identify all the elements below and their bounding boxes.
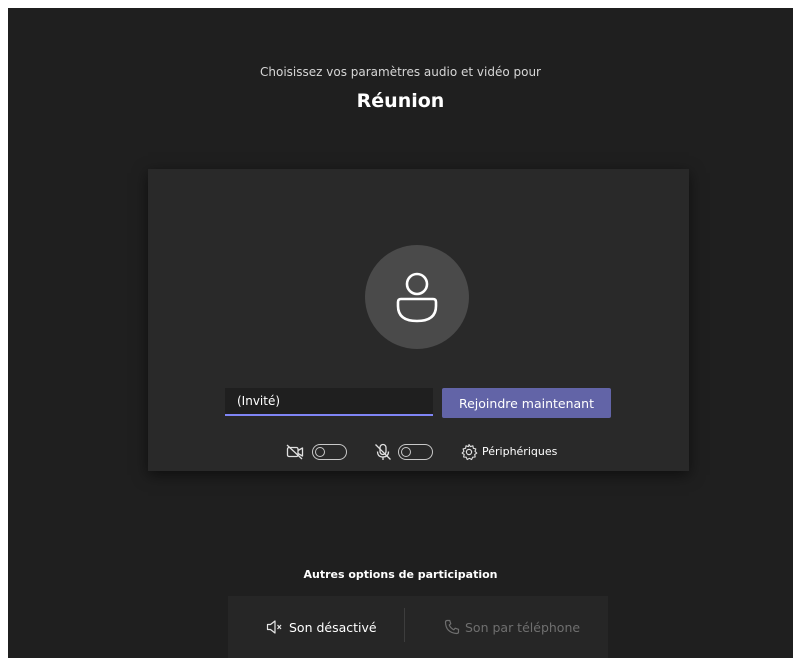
device-controls: Périphériques [148,441,689,463]
devices-label: Périphériques [482,445,558,458]
camera-toggle-knob [315,446,325,457]
display-name-input[interactable] [225,388,433,416]
person-icon [396,272,438,323]
header-subtitle: Choisissez vos paramètres audio et vidéo… [260,65,541,79]
other-options-title: Autres options de participation [303,568,498,581]
gear-icon [461,443,478,461]
mic-off-icon [375,443,391,460]
avatar [365,245,469,349]
mic-toggle-knob [401,446,411,457]
other-options-panel: Son désactivé Son par téléphone [228,596,608,658]
audio-off-label: Son désactivé [289,620,377,635]
camera-off-icon [286,444,304,460]
phone-icon [444,619,460,635]
camera-toggle[interactable] [312,444,347,460]
video-preview-card: Rejoindre maintenant [148,169,689,471]
prejoin-screen: Choisissez vos paramètres audio et vidéo… [8,8,793,658]
mic-toggle[interactable] [398,444,433,460]
phone-audio-label: Son par téléphone [465,620,581,635]
options-divider [404,608,405,642]
audio-off-option[interactable]: Son désactivé [228,596,398,658]
speaker-muted-icon [266,620,282,634]
join-now-button[interactable]: Rejoindre maintenant [442,388,611,418]
meeting-title: Réunion [356,90,445,112]
phone-audio-option[interactable]: Son par téléphone [428,596,598,658]
